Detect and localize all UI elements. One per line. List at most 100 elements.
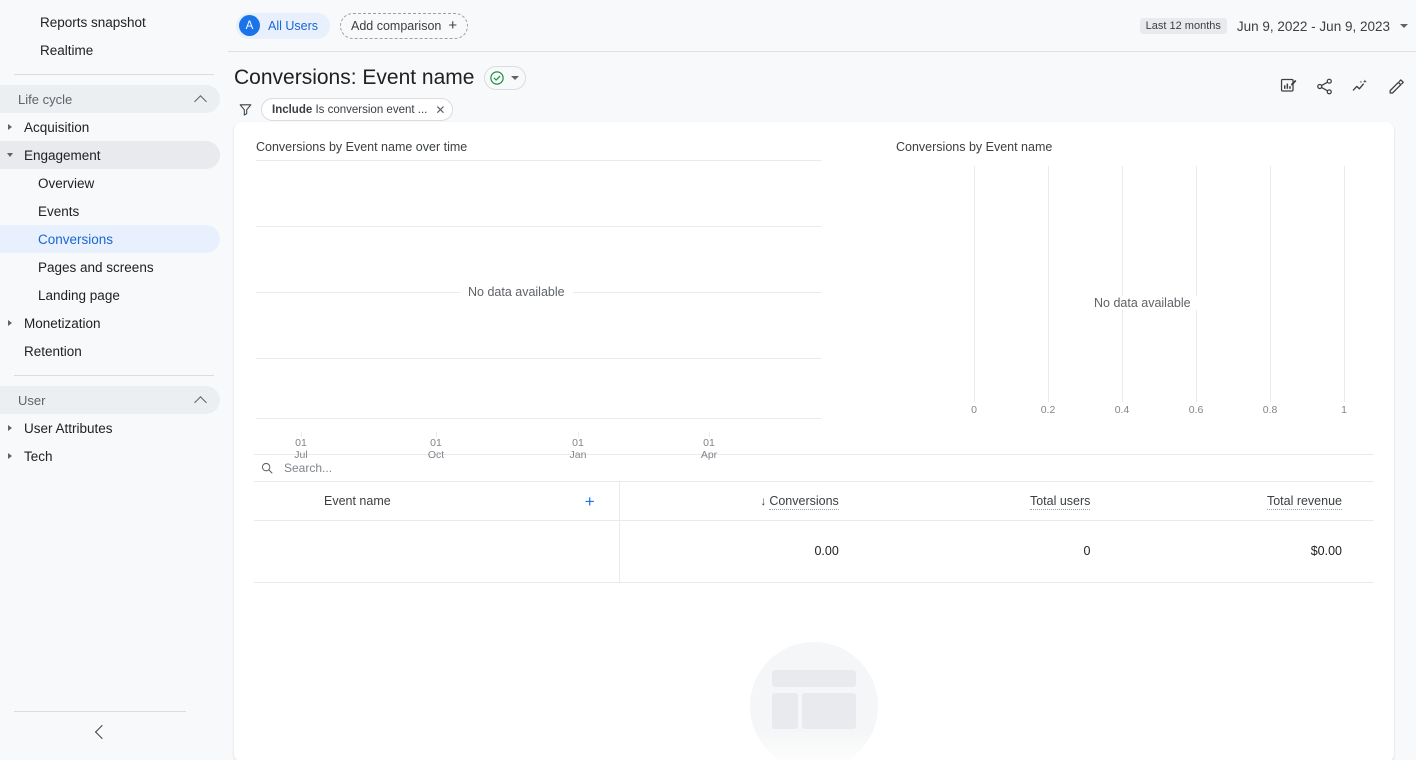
- column-header-total-users[interactable]: Total users: [871, 482, 1123, 520]
- x-tick-label: 0.2: [1041, 404, 1056, 416]
- sidebar-item-label: Tech: [24, 449, 53, 464]
- gridline: [256, 226, 821, 227]
- sidebar-item-label: Acquisition: [24, 120, 89, 135]
- add-comparison-button[interactable]: Add comparison +: [340, 13, 468, 39]
- chart-title: Conversions by Event name: [896, 140, 1394, 154]
- sidebar-item-pages-and-screens[interactable]: Pages and screens: [0, 253, 220, 281]
- analytics-app: Reports snapshot Realtime Life cycle Acq…: [0, 0, 1416, 760]
- x-tick-day: 01: [428, 438, 444, 450]
- loading-placeholder: [750, 642, 878, 760]
- sidebar-item-label: User Attributes: [24, 421, 113, 436]
- sidebar-item-conversions[interactable]: Conversions: [0, 225, 220, 253]
- share-icon: [1315, 77, 1334, 96]
- report-placeholder-icon: [750, 642, 878, 760]
- x-tick-day: 01: [294, 438, 307, 450]
- gridline: [1270, 166, 1271, 402]
- sidebar-item-label: Retention: [24, 344, 82, 359]
- fade-mask: [750, 730, 878, 760]
- column-header-label: Conversions: [769, 494, 838, 510]
- sidebar-item-label: Pages and screens: [38, 260, 154, 275]
- column-header-total-revenue[interactable]: Total revenue: [1122, 482, 1374, 520]
- sidebar-item-engagement[interactable]: Engagement: [0, 141, 220, 169]
- x-tick-day: 01: [701, 438, 717, 450]
- chevron-down-icon[interactable]: [0, 153, 20, 157]
- sidebar-collapse-button[interactable]: [0, 712, 200, 752]
- sidebar-item-label: Reports snapshot: [40, 15, 146, 30]
- cell-event-name: [254, 520, 619, 582]
- x-tick-label: 0.6: [1189, 404, 1204, 416]
- sidebar-item-monetization[interactable]: Monetization: [0, 309, 220, 337]
- column-header-event-name[interactable]: Event name +: [254, 482, 619, 520]
- chevron-right-icon[interactable]: [0, 320, 20, 326]
- gridline: [1048, 166, 1049, 402]
- table-row: 0.00 0 $0.00: [254, 520, 1374, 582]
- sidebar-group-label: User: [18, 393, 45, 408]
- sidebar-divider: [14, 375, 214, 376]
- skeleton-bar-top: [772, 670, 856, 687]
- chevron-left-icon: [95, 727, 105, 737]
- x-tick-label: 0.4: [1115, 404, 1130, 416]
- column-header-label: Event name: [324, 494, 391, 508]
- sidebar-group-label: Life cycle: [18, 92, 72, 107]
- sidebar-group-user[interactable]: User: [0, 386, 220, 414]
- chevron-right-icon[interactable]: [0, 425, 20, 431]
- x-tick-month: Jan: [570, 450, 587, 462]
- chevron-right-icon[interactable]: [0, 453, 20, 459]
- customize-report-button[interactable]: [1274, 72, 1302, 100]
- sidebar-item-retention[interactable]: Retention: [0, 337, 220, 365]
- sidebar-item-acquisition[interactable]: Acquisition: [0, 113, 220, 141]
- date-range-label: Jun 9, 2022 - Jun 9, 2023: [1237, 19, 1390, 34]
- arrow-down-icon: ↓: [760, 494, 766, 508]
- search-icon: [260, 461, 274, 475]
- date-preset-badge: Last 12 months: [1140, 18, 1227, 34]
- caret-down-icon: [1400, 24, 1408, 28]
- bar-chart-plot[interactable]: No data available 0 0.2 0.4 0.6 0.8 1: [974, 166, 1384, 402]
- edit-button[interactable]: [1382, 72, 1410, 100]
- sidebar-divider: [14, 74, 214, 75]
- chevron-right-icon[interactable]: [0, 124, 20, 130]
- chart-conversions-by-event-name: Conversions by Event name No data availa…: [874, 122, 1394, 430]
- data-quality-status-button[interactable]: [484, 66, 526, 90]
- x-tick-month: Oct: [428, 450, 444, 462]
- insights-button[interactable]: [1346, 72, 1374, 100]
- title-row: Conversions: Event name: [234, 66, 1416, 90]
- sidebar-item-landing-page[interactable]: Landing page: [0, 281, 220, 309]
- sidebar-item-overview[interactable]: Overview: [0, 169, 220, 197]
- audience-chip-all-users[interactable]: A All Users: [236, 13, 330, 39]
- date-range-picker[interactable]: Last 12 months Jun 9, 2022 - Jun 9, 2023: [1140, 0, 1408, 52]
- close-icon[interactable]: ✕: [435, 104, 445, 116]
- charts-section: Conversions by Event name over time No d…: [234, 122, 1394, 430]
- skeleton-bar-right: [802, 693, 856, 729]
- add-dimension-button[interactable]: +: [585, 492, 595, 512]
- share-button[interactable]: [1310, 72, 1338, 100]
- sidebar-item-realtime[interactable]: Realtime: [0, 36, 220, 64]
- chevron-up-icon: [196, 395, 206, 405]
- sidebar-item-reports-snapshot[interactable]: Reports snapshot: [0, 8, 220, 36]
- chart-title: Conversions by Event name over time: [256, 140, 874, 154]
- main-content: A All Users Add comparison + Last 12 mon…: [228, 0, 1416, 760]
- line-chart-plot[interactable]: No data available 01 Jul 01: [256, 160, 821, 430]
- cell-total-revenue: $0.00: [1122, 520, 1374, 582]
- page-title: Conversions: Event name: [234, 66, 474, 90]
- sidebar-group-life-cycle[interactable]: Life cycle: [0, 85, 220, 113]
- chevron-up-icon: [196, 94, 206, 104]
- sidebar-item-user-attributes[interactable]: User Attributes: [0, 414, 220, 442]
- filter-chip-include-conversion[interactable]: Include Is conversion event ... ✕: [261, 98, 453, 121]
- report-card: Conversions by Event name over time No d…: [234, 122, 1394, 760]
- skeleton-bar-left: [772, 693, 798, 729]
- customize-report-icon: [1279, 77, 1298, 96]
- x-tick-label: 0: [971, 404, 977, 416]
- gridline: [1122, 166, 1123, 402]
- sidebar-item-tech[interactable]: Tech: [0, 442, 220, 470]
- filter-chip-condition: Is conversion event ...: [315, 104, 427, 116]
- search-input[interactable]: [284, 461, 584, 475]
- insights-icon: [1351, 77, 1370, 96]
- add-comparison-label: Add comparison: [351, 19, 441, 33]
- column-header-conversions[interactable]: ↓Conversions: [619, 482, 871, 520]
- gridline: [256, 418, 821, 419]
- filter-chip-prefix: Include: [272, 104, 312, 116]
- sidebar-item-label: Landing page: [38, 288, 120, 303]
- sidebar-item-label: Events: [38, 204, 79, 219]
- gridline: [256, 358, 821, 359]
- sidebar-item-events[interactable]: Events: [0, 197, 220, 225]
